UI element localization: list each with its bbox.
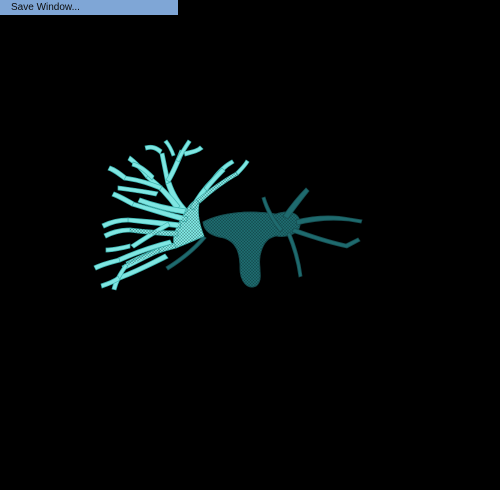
render-viewport[interactable] — [0, 0, 500, 485]
vessel-tree-mesh — [93, 139, 363, 291]
save-window-button[interactable]: Save Window... — [0, 0, 178, 15]
